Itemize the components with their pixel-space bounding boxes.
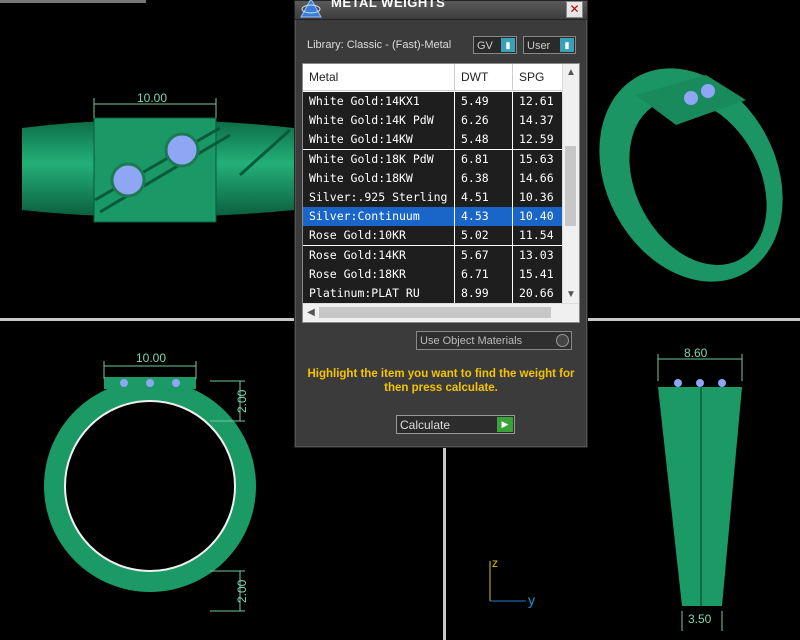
cell-metal: White Gold:14KX1 xyxy=(303,92,455,111)
cell-metal: Silver:Continuum xyxy=(303,207,455,227)
table-row[interactable]: Rose Gold:14KR 5.67 13.03 xyxy=(303,245,563,266)
cell-metal: White Gold:14K PdW xyxy=(303,111,455,131)
cell-metal: White Gold:14KW xyxy=(303,130,455,150)
gv-dropdown[interactable]: GV ▮ xyxy=(473,36,517,54)
cell-dwt: 6.38 xyxy=(455,168,513,188)
table-row[interactable]: White Gold:14KX1 5.49 12.61 xyxy=(303,92,563,112)
dropdown-arrow-icon: ▮ xyxy=(560,38,574,52)
scroll-up-icon[interactable]: ▲ xyxy=(563,66,579,80)
vertical-scroll-thumb[interactable] xyxy=(565,146,576,226)
cell-dwt: 4.51 xyxy=(455,188,513,207)
cell-spg: 14.66 xyxy=(513,168,563,188)
dim-label-top: 8.60 xyxy=(684,346,708,360)
cell-metal: Rose Gold:10KR xyxy=(303,226,455,246)
calculate-label: Calculate xyxy=(400,418,451,432)
dim-label: 10.00 xyxy=(137,91,167,105)
cell-metal: Rose Gold:14KR xyxy=(303,245,455,265)
cell-spg: 15.41 xyxy=(513,264,563,284)
horizontal-scrollbar[interactable]: ◀ xyxy=(303,303,579,322)
column-header-metal[interactable]: Metal xyxy=(303,64,455,90)
axis-y-label: y xyxy=(528,592,535,608)
metal-weights-dialog: METAL WEIGHTS ✕ Library: Classic - (Fast… xyxy=(294,0,588,448)
cell-dwt: 5.48 xyxy=(455,130,513,150)
dim-label-top: 10.00 xyxy=(136,351,166,365)
axis-z-label: z xyxy=(492,556,498,570)
table-row[interactable]: White Gold:18K PdW 6.81 15.63 xyxy=(303,149,563,170)
viewport-top-left[interactable]: 10.00 xyxy=(0,0,294,318)
cell-spg: 20.66 xyxy=(513,284,563,303)
column-header-dwt[interactable]: DWT xyxy=(455,64,513,90)
library-label: Library: Classic - (Fast)-Metal xyxy=(307,39,452,51)
dialog-titlebar[interactable]: METAL WEIGHTS ✕ xyxy=(295,0,587,20)
scroll-down-icon[interactable]: ▼ xyxy=(563,288,579,302)
dim-label-side2: 2.00 xyxy=(235,579,249,603)
cell-dwt: 4.53 xyxy=(455,207,513,227)
cell-metal: White Gold:18KW xyxy=(303,168,455,188)
cell-metal: Silver:.925 Sterling xyxy=(303,188,455,207)
scroll-left-icon[interactable]: ◀ xyxy=(303,306,319,320)
cell-spg: 13.03 xyxy=(513,245,563,265)
cell-spg: 12.61 xyxy=(513,92,563,111)
cell-spg: 12.59 xyxy=(513,130,563,150)
cell-metal: Rose Gold:18KR xyxy=(303,264,455,284)
metals-table[interactable]: Metal DWT SPG White Gold:14KX1 5.49 12.61 W… xyxy=(302,63,580,323)
cell-spg: 10.40 xyxy=(513,207,563,227)
cell-dwt: 5.49 xyxy=(455,92,513,111)
dropdown-arrow-icon: ▮ xyxy=(501,38,515,52)
dim-label-side1: 2.00 xyxy=(235,389,249,413)
column-header-spg[interactable]: SPG xyxy=(513,64,563,90)
dim-label-bottom: 3.50 xyxy=(688,612,712,626)
play-arrow-icon: ▶ xyxy=(497,417,513,432)
table-row[interactable]: White Gold:14KW 5.48 12.59 xyxy=(303,130,563,151)
table-row[interactable]: White Gold:18KW 6.38 14.66 xyxy=(303,168,563,189)
viewport-divider-vertical xyxy=(443,446,446,640)
table-row[interactable]: Platinum:PLAT RU 8.99 20.66 xyxy=(303,284,563,304)
ring-perspective-view xyxy=(599,68,783,282)
close-button[interactable]: ✕ xyxy=(566,1,583,18)
table-header: Metal DWT SPG xyxy=(303,64,563,91)
table-row[interactable]: Silver:.925 Sterling 4.51 10.36 xyxy=(303,188,563,208)
hint-text: Highlight the item you want to find the … xyxy=(307,368,575,394)
cell-spg: 11.54 xyxy=(513,226,563,246)
cell-dwt: 5.67 xyxy=(455,245,513,265)
use-object-materials-toggle[interactable]: Use Object Materials xyxy=(416,331,572,350)
user-dropdown[interactable]: User ▮ xyxy=(523,36,576,54)
gv-label: GV xyxy=(477,40,493,52)
cell-dwt: 6.26 xyxy=(455,111,513,131)
cell-dwt: 5.02 xyxy=(455,226,513,246)
cell-dwt: 6.81 xyxy=(455,149,513,169)
ring-front-view: 10.00 xyxy=(0,0,294,223)
table-row[interactable]: Rose Gold:10KR 5.02 11.54 xyxy=(303,226,563,247)
app-logo-icon xyxy=(300,0,322,18)
cell-metal: White Gold:18K PdW xyxy=(303,149,455,169)
cell-dwt: 8.99 xyxy=(455,284,513,303)
table-row[interactable]: Rose Gold:18KR 6.71 15.41 xyxy=(303,264,563,285)
use-object-materials-label: Use Object Materials xyxy=(420,335,523,347)
table-row[interactable]: Silver:Continuum 4.53 10.40 xyxy=(303,207,563,228)
cell-spg: 15.63 xyxy=(513,149,563,169)
horizontal-scroll-thumb[interactable] xyxy=(319,307,551,318)
vertical-scrollbar[interactable]: ▲ ▼ xyxy=(562,64,579,304)
cell-dwt: 6.71 xyxy=(455,264,513,284)
cell-metal: Platinum:PLAT RU xyxy=(303,284,455,303)
table-row[interactable]: White Gold:14K PdW 6.26 14.37 xyxy=(303,111,563,132)
dialog-title: METAL WEIGHTS xyxy=(331,0,446,10)
viewport-top-right[interactable] xyxy=(586,0,800,318)
user-label: User xyxy=(527,40,551,52)
calculate-button[interactable]: Calculate ▶ xyxy=(396,415,515,434)
cell-spg: 10.36 xyxy=(513,188,563,207)
toggle-circle-icon xyxy=(556,334,569,347)
cell-spg: 14.37 xyxy=(513,111,563,131)
